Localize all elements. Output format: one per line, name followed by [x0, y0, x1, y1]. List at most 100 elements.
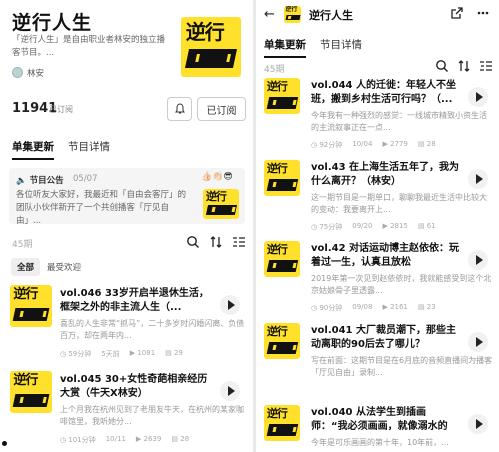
play-button[interactable] [468, 332, 488, 352]
episode-cover: 逆行 [10, 285, 52, 327]
podcast-cover: 逆行 [181, 17, 241, 77]
host-name[interactable]: 林安 [27, 67, 44, 79]
episode-title: vol.045 30+女性奇葩相亲经历大赏（牛天X林安） [60, 374, 208, 399]
episode-plays: ▶ 2639 [135, 435, 162, 443]
episode-row[interactable]: 逆行 vol.43 在上海生活五年了，我为什么离开？（林安） 这一期节目是一期单… [264, 160, 496, 240]
episode-cover: 逆行 [10, 371, 52, 413]
episode-duration: ◷ 75分钟 [311, 223, 343, 231]
podcast-scrolled-screen: ← 逆行 逆行人生 单集更新 节目详情 45期 逆行 vol.044 人的迁徙：… [256, 0, 499, 452]
episode-summary: 上个月我在杭州见到了老朋友牛天，在杭州的某家咖啡馆里，我听她分... [60, 405, 244, 426]
episode-comments: ▤ 28 [171, 435, 190, 443]
play-button[interactable] [468, 169, 488, 189]
episode-row[interactable]: 逆行 vol.42 对话运动博主赵依依：玩着过一生，认真且放松 2019年第一次… [264, 241, 496, 321]
episode-cover: 逆行 [264, 323, 300, 359]
episode-comments: ▤ 29 [165, 349, 183, 357]
episode-time: 09/08 [352, 303, 373, 311]
episode-plays: ▶ 2161 [382, 303, 408, 311]
episode-plays: ▶ 1081 [129, 349, 156, 357]
episode-title: vol.046 33岁开启半退休生活，框架之外的非主流人生（... [60, 288, 209, 313]
search-icon[interactable] [435, 59, 449, 73]
episode-title: vol.42 对话运动博主赵依依：玩着过一生，认真且放松 [311, 243, 460, 268]
play-button[interactable] [220, 295, 240, 315]
share-icon[interactable] [450, 6, 464, 20]
episode-plays: ▶ 2815 [382, 222, 408, 230]
episode-title: vol.43 在上海生活五年了，我为什么离开？（林安） [311, 162, 460, 187]
play-button[interactable] [220, 381, 240, 401]
sort-icon[interactable] [457, 59, 471, 73]
episode-row[interactable]: 逆行 vol.045 30+女性奇葩相亲经历大赏（牛天X林安） 上个月我在杭州见… [10, 371, 250, 451]
announcement-emoji: 👍🏻👏🏻😎 [201, 172, 233, 182]
announcement-cover: 逆行 [203, 189, 239, 219]
episode-meta: ◷ 101分钟 10/11 ▶ 2639 ▤ 28 [60, 435, 189, 445]
filter-list-icon[interactable] [479, 59, 493, 73]
announcement-title: 节目公告 [29, 176, 64, 186]
announcement-title-row: 🔈 节目公告 [16, 174, 64, 186]
notification-button[interactable] [167, 97, 192, 121]
episode-title: vol.040 从法学生到插画师：“我必须画画，就像溺水的人... [311, 407, 448, 432]
back-arrow-icon[interactable]: ← [264, 7, 275, 22]
subscriber-label: 已订阅 [49, 105, 73, 114]
episode-time: 09/20 [352, 222, 373, 230]
episode-cover: 逆行 [264, 405, 300, 441]
play-button[interactable] [468, 414, 488, 434]
tab-details[interactable]: 节目详情 [68, 139, 110, 160]
header-title: 逆行人生 [309, 9, 353, 22]
app-screens: 逆行人生 「逆行人生」是自由职业者林安的独立播客节目。... 逆行 林安 119… [0, 0, 499, 452]
episode-summary: 这一期节目是一期单口，聊聊我最近生活中比较大的变动：我要离开上... [311, 193, 487, 214]
subscribe-button[interactable]: 已订阅 [197, 97, 246, 121]
episode-cover: 逆行 [264, 78, 300, 114]
announcement-date: 05/07 [73, 174, 98, 184]
right-tab-bar: 单集更新 节目详情 [264, 37, 362, 58]
host-avatar[interactable] [12, 67, 23, 78]
sort-icon[interactable] [209, 235, 223, 249]
episode-plays: ▶ 2779 [382, 140, 408, 148]
episode-meta: ◷ 90分钟 09/08 ▶ 2161 ▤ 23 [311, 303, 436, 313]
episode-cover: 逆行 [264, 241, 300, 277]
bell-icon [174, 103, 185, 114]
episode-row[interactable]: 逆行 vol.040 从法学生到插画师：“我必须画画，就像溺水的人... 今年是… [264, 405, 496, 452]
episode-summary: 今年是可乐画画的第十年，10年前，... [311, 438, 449, 447]
podcast-description[interactable]: 「逆行人生」是自由职业者林安的独立播客节目。... [12, 34, 172, 60]
episode-time: 10/04 [352, 140, 373, 148]
bullet-dot [2, 441, 7, 446]
header-cover-thumb: 逆行 [284, 6, 301, 23]
play-button[interactable] [468, 87, 488, 107]
filter-list-icon[interactable] [232, 235, 246, 249]
episode-meta: ◷ 92分钟 10/04 ▶ 2779 ▤ 28 [311, 140, 436, 150]
megaphone-icon: 🔈 [16, 176, 27, 186]
episode-title: vol.041 大厂裁员潮下，那些主动离职的90后去了哪儿？ [311, 325, 456, 350]
episode-row[interactable]: 逆行 vol.044 人的迁徙：年轻人不坐班，搬到乡村生活可行吗？（... 今年… [264, 78, 496, 158]
episode-duration: ◷ 92分钟 [311, 141, 343, 149]
episode-count: 45期 [12, 240, 33, 250]
announcement-card[interactable]: 🔈 节目公告 05/07 各位听友大家好，我最近和「自由会客厅」的团队小伙伴新开… [9, 168, 245, 226]
episode-duration: ◷ 59分钟 [60, 350, 92, 358]
episode-row[interactable]: 逆行 vol.041 大厂裁员潮下，那些主动离职的90后去了哪儿？ 写在前面：这… [264, 323, 496, 401]
more-icon[interactable] [476, 6, 490, 20]
episode-row[interactable]: 逆行 vol.046 33岁开启半退休生活，框架之外的非主流人生（... 喜乱的… [10, 285, 250, 365]
episode-comments: ▤ 23 [417, 303, 436, 311]
episode-count: 45期 [264, 65, 285, 75]
episode-comments: ▤ 61 [417, 222, 436, 230]
episode-title: vol.044 人的迁徙：年轻人不坐班，搬到乡村生活可行吗？（... [311, 80, 456, 105]
episode-duration: ◷ 101分钟 [60, 436, 96, 444]
episode-summary: 今年我有一种强烈的感觉：一线城市精致小资生活的主流叙事正在一点... [311, 111, 487, 132]
episode-time: 10/11 [105, 435, 126, 443]
episode-cover: 逆行 [264, 160, 300, 196]
episode-summary: 2019年第一次见到赵依依时，我就能感受到这个北京姑娘骨子里透露... [311, 274, 492, 295]
announcement-body: 各位听友大家好，我最近和「自由会客厅」的团队小伙伴新开了一个共创播客「厅见自由」… [16, 190, 187, 226]
episode-duration: ◷ 90分钟 [311, 304, 343, 312]
episode-summary: 喜乱的人生非常“抓马”，二十多岁时闪婚闪离、负债百万，却在两年内... [60, 319, 245, 340]
search-icon[interactable] [186, 235, 200, 249]
tab-details[interactable]: 节目详情 [320, 37, 362, 58]
episode-meta: ◷ 75分钟 09/20 ▶ 2815 ▤ 61 [311, 222, 436, 232]
filter-popular[interactable]: 最受欢迎 [41, 258, 87, 276]
podcast-home-screen: 逆行人生 「逆行人生」是自由职业者林安的独立播客节目。... 逆行 林安 119… [0, 0, 253, 452]
episode-comments: ▤ 28 [417, 140, 436, 148]
podcast-title: 逆行人生 [12, 12, 93, 34]
filter-all[interactable]: 全部 [11, 258, 41, 276]
tab-episodes[interactable]: 单集更新 [12, 139, 54, 160]
tab-episodes[interactable]: 单集更新 [264, 37, 306, 58]
play-button[interactable] [468, 250, 488, 270]
episode-summary: 写在前面：这期节目是在6月底的音频直播间为播客「厅见自由」录制... [311, 356, 493, 377]
left-tab-bar: 单集更新 节目详情 [12, 139, 110, 160]
